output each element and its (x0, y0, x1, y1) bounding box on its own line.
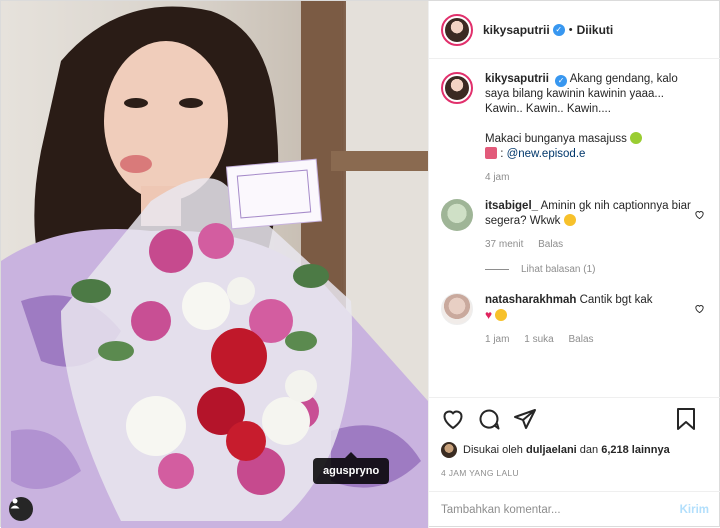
commenter-avatar[interactable] (441, 293, 473, 325)
star-struck-emoji-icon (495, 309, 508, 321)
comment-username[interactable]: natasharakhmah (485, 294, 576, 306)
comment-text: itsabigel_ Aminin gk nih captionnya biar… (485, 199, 695, 229)
caption-username[interactable]: kikysaputrii (485, 73, 549, 85)
view-replies-label: Lihat balasan (1) (521, 264, 596, 275)
caption-text: kikysaputrii ✓ Akang gendang, kalo saya … (485, 73, 678, 160)
likes-connector: dan (579, 444, 599, 456)
post-header: kikysaputrii ✓ • Diikuti (429, 1, 720, 59)
verified-badge-icon: ✓ (555, 75, 568, 87)
small-heart-icon[interactable] (694, 303, 705, 314)
caption-meta: 4 jam (485, 172, 695, 183)
photo-user-tag[interactable]: aguspryno (313, 452, 390, 484)
bookmark-icon[interactable] (675, 407, 697, 431)
comment-input[interactable] (441, 504, 680, 516)
header-separator: • (568, 23, 573, 36)
comment-item: natasharakhmah Cantik bgt kak ♥ 1 jam 1 … (441, 293, 709, 345)
verified-badge-icon: ✓ (552, 23, 565, 36)
comment-username[interactable]: itsabigel_ (485, 200, 538, 212)
caption-mention-link[interactable]: @new.episod.e (507, 148, 586, 160)
commenter-avatar[interactable] (441, 199, 473, 231)
post-actions: Disukai oleh duljaelani dan 6,218 lainny… (429, 397, 720, 478)
likes-prefix: Disukai oleh (463, 444, 523, 456)
photo-illustration (1, 1, 428, 528)
caption-time[interactable]: 4 jam (485, 172, 509, 183)
follow-status-button[interactable]: Diikuti (577, 23, 614, 37)
likes-count[interactable]: 6,218 lainnya (601, 444, 670, 456)
caption-avatar[interactable] (441, 72, 473, 104)
comment-time[interactable]: 37 menit (485, 239, 523, 250)
comment-meta: 1 jam 1 suka Balas (485, 334, 695, 345)
comment-likes[interactable]: 1 suka (524, 334, 553, 345)
comment-time[interactable]: 1 jam (485, 334, 509, 345)
comment-icon[interactable] (477, 407, 501, 431)
caption: kikysaputrii ✓ Akang gendang, kalo saya … (441, 72, 709, 183)
laughing-emoji-icon (563, 214, 576, 226)
liker-avatar[interactable] (441, 442, 457, 458)
author-avatar[interactable] (441, 13, 473, 46)
post-timestamp[interactable]: 4 JAM YANG LALU (441, 468, 709, 478)
red-heart-emoji-icon: ♥ (485, 308, 493, 322)
caption-line-2: Makaci bunganya masajuss (485, 133, 627, 145)
heart-icon[interactable] (441, 407, 465, 431)
post-comment-button[interactable]: Kirim (680, 504, 709, 516)
comment-text: natasharakhmah Cantik bgt kak ♥ (485, 293, 695, 324)
small-heart-icon[interactable] (694, 209, 705, 220)
post-modal: aguspryno kikysaputrii ✓ • Diikuti kikys… (0, 0, 720, 528)
author-username[interactable]: kikysaputrii (483, 23, 550, 37)
post-details-panel: kikysaputrii ✓ • Diikuti kikysaputrii ✓ … (428, 1, 720, 528)
comment-item: itsabigel_ Aminin gk nih captionnya biar… (441, 199, 709, 250)
comments-list[interactable]: kikysaputrii ✓ Akang gendang, kalo saya … (429, 60, 720, 397)
action-icons (441, 406, 709, 432)
add-comment-bar: Kirim (429, 491, 720, 528)
photo-user-tag-label: aguspryno (323, 465, 380, 477)
comment-body: Cantik bgt kak (579, 294, 653, 306)
bouquet-emoji-icon (630, 132, 643, 144)
shirt-emoji-icon (485, 147, 497, 159)
likes-summary: Disukai oleh duljaelani dan 6,218 lainny… (441, 442, 709, 458)
comment-reply-button[interactable]: Balas (568, 334, 593, 345)
replies-divider (485, 269, 509, 270)
share-icon[interactable] (513, 407, 537, 431)
liker-username[interactable]: duljaelani (526, 444, 577, 456)
post-photo[interactable]: aguspryno (1, 1, 428, 528)
user-tag-icon (10, 498, 20, 509)
user-tag-button[interactable] (9, 497, 33, 521)
comment-reply-button[interactable]: Balas (538, 239, 563, 250)
comment-meta: 37 menit Balas (485, 239, 695, 250)
view-replies-button[interactable]: Lihat balasan (1) (485, 264, 709, 275)
